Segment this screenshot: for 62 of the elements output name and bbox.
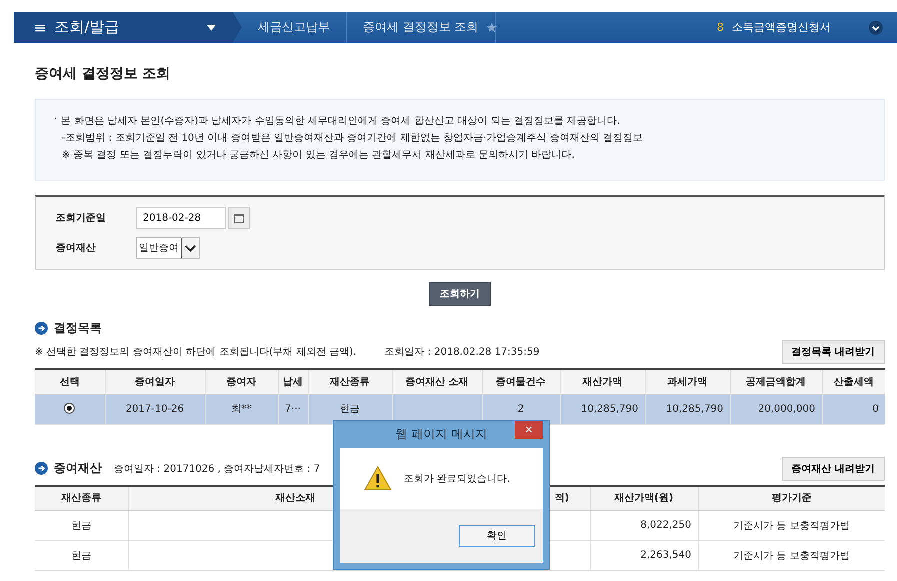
close-button[interactable]: × [515,421,543,439]
ok-button[interactable]: 확인 [459,525,535,547]
dialog-title: 웹 페이지 메시지 [396,426,488,443]
table-cell: 20,000,000 [730,394,822,424]
section-title: 결정목록 [54,320,102,337]
query-time: 조회일자 : 2018.02.28 17:35:59 [384,346,540,359]
column-header: 선택 [35,369,105,394]
breadcrumb-link[interactable]: 세금신고납부 [242,12,347,43]
calendar-button[interactable] [228,207,250,229]
table-cell: 기준시가 등 보충적평가법 [698,510,885,540]
shortcut-link[interactable]: 소득금액증명신청서 [732,20,831,35]
dialog-message: 조회가 완료되었습니다. [404,472,510,486]
table-cell: 10,285,790 [645,394,730,424]
menu-title: 조회/발급 [54,18,121,37]
date-field[interactable]: 2018-02-28 [136,207,226,229]
page-title: 증여세 결정정보 조회 [35,65,172,83]
notice-text: 본 화면은 납세자 본인(수증자)과 납세자가 수임동의한 세무대리인에게 증여세 합산신고 대상이 되는 결정정보를 제공합니다. [61,115,620,128]
table-cell: 7··· [278,394,308,424]
column-header: 재산가액 [560,369,645,394]
table-cell: 최** [205,394,278,424]
chevron-down-icon[interactable] [869,20,883,34]
column-header: 증여일자 [105,369,205,394]
calendar-icon [234,214,244,222]
arrow-circle-icon [35,322,48,335]
warning-icon [364,466,392,491]
field-label: 조회기준일 [56,212,107,225]
column-header: 재산종류 [35,486,128,510]
table-cell: 기준시가 등 보충적평가법 [698,540,885,570]
table-note: ※ 선택한 결정정보의 증여재산이 하단에 조회됩니다(부채 제외전 금액). [35,346,357,359]
radio-button[interactable] [64,403,76,414]
column-header: 과세가액 [645,369,730,394]
column-header: 재산종류 [308,369,392,394]
notice-text: ※ 중복 결정 또는 결정누락이 있거나 궁금하신 사항이 있는 경우에는 관할세무서 재산세과로 문의하시기 바랍니다. [62,149,575,162]
table-cell: 2,263,540 [590,540,698,570]
table-cell: 10,285,790 [560,394,645,424]
table-cell: 0 [822,394,885,424]
type-dropdown[interactable]: 일반증여 [136,237,200,259]
search-button[interactable]: 조회하기 [429,282,491,306]
field-label: 증여재산 [56,242,97,255]
download-button[interactable]: 증여재산 내려받기 [782,456,885,480]
arrow-circle-icon [35,462,48,475]
section-title: 증여재산 [54,460,102,477]
table-cell: 현금 [35,540,128,570]
column-header: 평가기준 [698,486,885,510]
column-header: 재산가액(원) [590,486,698,510]
shortcut-number: 8 [717,21,724,34]
bullet: · [54,114,58,127]
section-info: 증여일자 : 20171026 , 증여자납세자번호 : 7 [114,462,320,476]
download-button[interactable]: 결정목록 내려받기 [782,340,885,364]
column-header: 공제금액합계 [730,369,822,394]
caret-icon[interactable] [207,24,216,30]
column-header: 산출세액 [822,369,885,394]
menu-button[interactable]: ≡ [34,18,47,36]
column-header: 납세 [278,369,308,394]
star-icon[interactable] [486,22,498,34]
column-header: 증여자 [205,369,278,394]
table-cell: 현금 [35,510,128,540]
column-header: 증여재산 소재 [392,369,482,394]
table-cell: 8,022,250 [590,510,698,540]
notice-text: -조회범위 : 조회기준일 전 10년 이내 증여받은 일반증여재산과 증여기간에 제한없는 창업자금·가업승계주식 증여재산의 결정정보 [62,132,644,145]
column-header: 증여물건수 [482,369,560,394]
table-cell: 2017-10-26 [105,394,205,424]
